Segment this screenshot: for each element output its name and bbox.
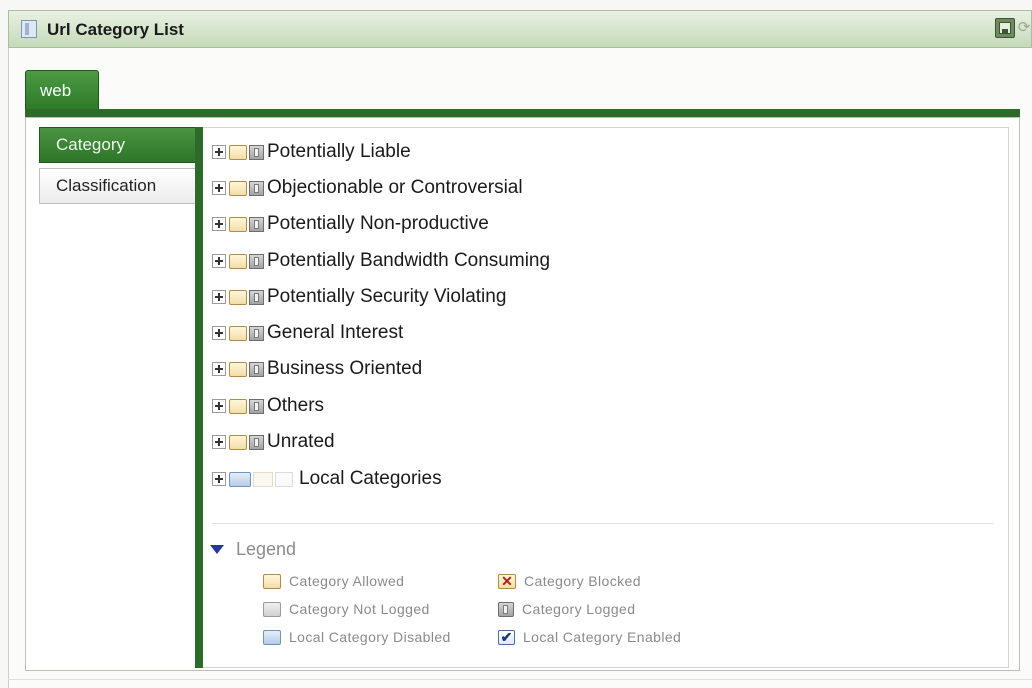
expand-icon[interactable] bbox=[212, 181, 226, 195]
expand-icon[interactable] bbox=[212, 217, 226, 231]
category-not-logged-icon bbox=[263, 601, 281, 617]
legend-item-label: Category Blocked bbox=[524, 573, 641, 589]
save-icon[interactable] bbox=[995, 18, 1015, 38]
tree-item[interactable]: Potentially Bandwidth Consuming bbox=[212, 248, 550, 274]
legend-item: Local Category Disabled bbox=[263, 627, 451, 647]
side-tab-classification[interactable]: Classification bbox=[39, 168, 197, 204]
tree-item[interactable]: Local Categories bbox=[212, 466, 442, 492]
tree-item-label: Local Categories bbox=[299, 468, 442, 489]
tree-item-label: Potentially Liable bbox=[267, 141, 411, 162]
expand-icon[interactable] bbox=[212, 435, 226, 449]
legend-title: Legend bbox=[236, 538, 297, 559]
category-allowed-icon[interactable] bbox=[229, 289, 247, 305]
tree-item[interactable]: Potentially Non-productive bbox=[212, 211, 489, 237]
local-category-enabled-icon: ✔ bbox=[498, 629, 515, 645]
side-tab-bar bbox=[195, 127, 203, 668]
category-allowed-icon[interactable] bbox=[229, 325, 247, 341]
category-allowed-icon[interactable] bbox=[229, 253, 247, 269]
legend-divider bbox=[212, 523, 994, 524]
legend-item-label: Category Not Logged bbox=[289, 601, 430, 617]
side-tab-category[interactable]: Category bbox=[39, 127, 197, 163]
expand-icon[interactable] bbox=[212, 254, 226, 268]
local-category-disabled-icon[interactable] bbox=[229, 471, 251, 487]
legend-item: Category Allowed bbox=[263, 571, 404, 591]
legend-item: Category Logged bbox=[498, 599, 635, 619]
category-allowed-icon[interactable] bbox=[229, 216, 247, 232]
category-allowed-icon[interactable] bbox=[229, 398, 247, 414]
tree-item-label: Others bbox=[267, 395, 325, 416]
tree-item[interactable]: Others bbox=[212, 393, 324, 419]
expand-icon[interactable] bbox=[212, 472, 226, 486]
bottom-divider bbox=[8, 679, 1032, 680]
faint-allowed-icon bbox=[253, 471, 273, 487]
legend-item-label: Local Category Enabled bbox=[523, 629, 682, 645]
legend-item: Category Not Logged bbox=[263, 599, 430, 619]
tree-item-label: Potentially Non-productive bbox=[267, 213, 489, 234]
tree-item-label: Potentially Bandwidth Consuming bbox=[267, 250, 551, 271]
legend-item-label: Category Allowed bbox=[289, 573, 405, 589]
tree-item[interactable]: Objectionable or Controversial bbox=[212, 175, 523, 201]
category-allowed-icon[interactable] bbox=[229, 434, 247, 450]
expand-icon[interactable] bbox=[212, 362, 226, 376]
category-logged-icon[interactable] bbox=[249, 180, 264, 196]
category-logged-icon[interactable] bbox=[249, 361, 264, 377]
legend-item-label: Category Logged bbox=[522, 601, 636, 617]
triangle-down-icon[interactable] bbox=[210, 544, 224, 554]
tree-item-label: Business Oriented bbox=[267, 358, 423, 379]
tree-item[interactable]: Potentially Liable bbox=[212, 139, 411, 165]
legend-item: ✕ Category Blocked bbox=[498, 571, 641, 591]
expand-icon[interactable] bbox=[212, 290, 226, 304]
category-allowed-icon[interactable] bbox=[229, 180, 247, 196]
refresh-icon[interactable]: ⟳ bbox=[1017, 19, 1031, 37]
local-category-disabled-icon bbox=[263, 629, 281, 645]
tab-web[interactable]: web bbox=[25, 70, 99, 110]
tree-item-label: Objectionable or Controversial bbox=[267, 177, 523, 198]
list-icon bbox=[21, 20, 37, 38]
tab-underline bbox=[25, 109, 1020, 117]
category-blocked-icon: ✕ bbox=[498, 573, 516, 589]
tree-item-label: Unrated bbox=[267, 431, 335, 452]
category-allowed-icon[interactable] bbox=[229, 144, 247, 160]
tree-item-label: General Interest bbox=[267, 322, 404, 343]
category-allowed-icon[interactable] bbox=[229, 361, 247, 377]
legend-item: ✔ Local Category Enabled bbox=[498, 627, 681, 647]
category-allowed-icon bbox=[263, 573, 281, 589]
window-title: Url Category List bbox=[47, 20, 184, 39]
category-logged-icon bbox=[498, 601, 514, 617]
tree-item[interactable]: Business Oriented bbox=[212, 356, 422, 382]
category-logged-icon[interactable] bbox=[249, 253, 264, 269]
tree-item[interactable]: Unrated bbox=[212, 429, 335, 455]
window-title-bar: Url Category List ⟳ bbox=[8, 10, 1032, 48]
category-logged-icon[interactable] bbox=[249, 325, 264, 341]
faint-logged-icon bbox=[275, 471, 293, 487]
category-logged-icon[interactable] bbox=[249, 216, 264, 232]
expand-icon[interactable] bbox=[212, 326, 226, 340]
tree-item[interactable]: General Interest bbox=[212, 320, 403, 346]
legend-item-label: Local Category Disabled bbox=[289, 629, 451, 645]
expand-icon[interactable] bbox=[212, 145, 226, 159]
category-logged-icon[interactable] bbox=[249, 434, 264, 450]
legend-toggle[interactable]: Legend bbox=[210, 538, 296, 560]
category-logged-icon[interactable] bbox=[249, 289, 264, 305]
category-logged-icon[interactable] bbox=[249, 144, 264, 160]
tree-item[interactable]: Potentially Security Violating bbox=[212, 284, 506, 310]
tree-item-label: Potentially Security Violating bbox=[267, 286, 507, 307]
category-logged-icon[interactable] bbox=[249, 398, 264, 414]
expand-icon[interactable] bbox=[212, 399, 226, 413]
